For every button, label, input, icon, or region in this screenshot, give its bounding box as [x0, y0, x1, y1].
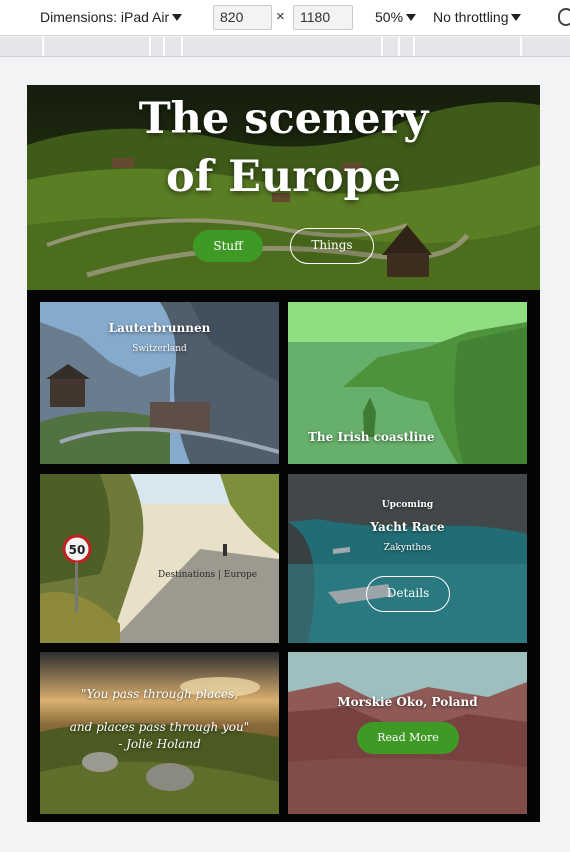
title-line-2: of Europe: [166, 152, 401, 202]
throttling-select[interactable]: No throttling: [433, 9, 522, 25]
rotate-icon[interactable]: [558, 8, 570, 26]
throttling-label: No throttling: [433, 9, 509, 25]
lauterbrunnen-subtitle: Switzerland: [132, 344, 187, 354]
device-toolbar: Dimensions: iPad Air 820 × 1180 50% No t…: [0, 0, 570, 36]
height-input[interactable]: 1180: [293, 5, 353, 30]
card-destinations-road[interactable]: 50 Destinations | Europe: [40, 474, 279, 643]
speed-limit-sign-icon: [64, 536, 90, 562]
stuff-button[interactable]: Stuff: [193, 230, 263, 262]
zoom-select[interactable]: 50%: [375, 9, 417, 25]
card-lauterbrunnen[interactable]: Lauterbrunnen Switzerland: [40, 302, 279, 464]
hero-section: The scenery of Europe Stuff Things: [27, 85, 540, 290]
card-yacht-race[interactable]: Upcoming Yacht Race Zakynthos Details: [288, 474, 527, 643]
throttling-dropdown-caret: [511, 14, 522, 21]
card-quote: "You pass through places, and places pas…: [40, 652, 279, 814]
things-button[interactable]: Things: [290, 228, 374, 264]
lauterbrunnen-title: Lauterbrunnen: [108, 321, 211, 335]
card-morskie-oko[interactable]: Morskie Oko, Poland Read More: [288, 652, 527, 814]
quote-author: - Jolie Holand: [118, 737, 201, 751]
details-button[interactable]: Details: [366, 576, 450, 612]
read-more-button[interactable]: Read More: [357, 722, 459, 754]
dimension-separator: ×: [276, 8, 285, 25]
morskie-title: Morskie Oko, Poland: [337, 695, 478, 709]
yacht-location: Zakynthos: [383, 543, 432, 553]
zoom-dropdown-caret: [406, 14, 417, 21]
page-title: The scenery of Europe: [27, 90, 540, 206]
zoom-label: 50%: [375, 9, 404, 25]
device-label: Dimensions: iPad Air: [40, 9, 170, 25]
width-input[interactable]: 820: [213, 5, 272, 30]
emulated-page: The scenery of Europe Stuff Things Laute…: [27, 85, 540, 822]
device-select[interactable]: Dimensions: iPad Air: [40, 9, 183, 25]
media-query-ruler[interactable]: [0, 37, 570, 57]
road-caption: Destinations | Europe: [158, 570, 258, 580]
yacht-title: Yacht Race: [370, 520, 445, 534]
card-irish-coastline[interactable]: The Irish coastline: [288, 302, 527, 464]
quote-line-2: and places pass through you": [69, 720, 250, 734]
title-line-1: The scenery: [138, 94, 429, 144]
device-dropdown-caret: [172, 14, 183, 21]
yacht-eyebrow: Upcoming: [381, 500, 434, 510]
irish-coastline-title: The Irish coastline: [308, 430, 435, 444]
quote-line-1: "You pass through places,: [80, 687, 239, 701]
